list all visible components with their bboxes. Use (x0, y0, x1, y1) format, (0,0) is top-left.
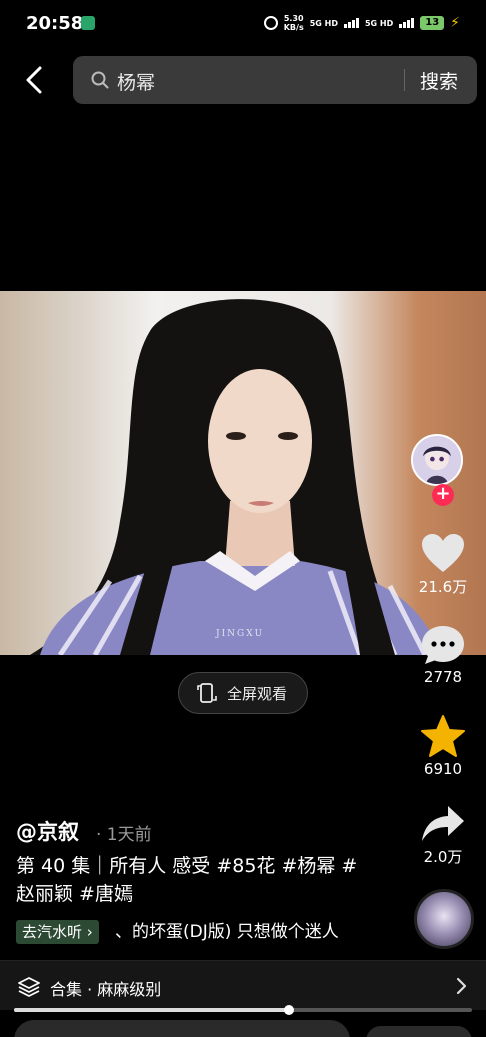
search-divider (404, 69, 405, 91)
charging-icon: ⚡ (450, 15, 460, 31)
network-speed-value: 5.30 (283, 14, 304, 23)
bottom-action-button[interactable] (366, 1026, 472, 1037)
signal-bars-2-icon (399, 18, 415, 28)
back-button[interactable] (20, 64, 52, 96)
share-arrow-icon (422, 806, 464, 841)
like-count: 21.6万 (418, 578, 468, 596)
collection-label: 合集 · 麻麻级别 (50, 980, 162, 999)
music-title[interactable]: 、的坏蛋(DJ版) 只想做个迷人 (115, 920, 339, 944)
app-notification-icon (81, 16, 95, 30)
favorite-button[interactable]: 6910 (410, 714, 476, 778)
video-watermark: JINGXU (216, 629, 265, 639)
back-arrow-icon (26, 66, 42, 94)
signal-bars-1-icon (343, 18, 359, 28)
music-disc-icon[interactable] (414, 889, 474, 949)
signal-label-1: 5G HD (309, 18, 338, 28)
chevron-right-icon (456, 977, 467, 995)
comment-input[interactable] (14, 1020, 350, 1037)
post-caption[interactable]: 第 40 集｜所有人 感受 #85花 #杨幂 # 赵丽颖 #唐嫣 (16, 852, 376, 908)
comment-button[interactable]: 2778 (410, 624, 476, 686)
search-bar[interactable]: 杨幂 搜索 (73, 56, 477, 104)
listen-in-qishui-button[interactable]: 去汽水听 › (16, 920, 99, 944)
alarm-icon (263, 16, 278, 30)
fullscreen-button[interactable]: 全屏观看 (178, 672, 308, 714)
signal-label-2: 5G HD (364, 18, 394, 28)
video-player[interactable]: JINGXU (0, 291, 486, 655)
author-avatar[interactable] (411, 434, 463, 486)
video-frame-image (30, 299, 440, 655)
caption-line-1: 第 40 集｜所有人 感受 #85花 #杨幂 # (16, 855, 358, 877)
share-button[interactable]: 2.0万 (410, 804, 476, 867)
progress-handle[interactable] (284, 1005, 294, 1015)
network-speed: 5.30 KB/s (284, 14, 304, 32)
star-icon (421, 715, 465, 757)
search-icon (91, 71, 109, 89)
rotate-screen-icon (197, 683, 217, 703)
share-count: 2.0万 (423, 848, 463, 866)
comment-bubble-icon (422, 626, 464, 664)
author-name[interactable]: @京叙 (16, 816, 79, 846)
status-time: 20:58 (26, 13, 84, 34)
post-time: · 1天前 (96, 825, 152, 845)
battery-level: 13 (420, 16, 445, 30)
favorite-count: 6910 (423, 760, 463, 778)
collection-bar[interactable]: 合集 · 麻麻级别 (0, 960, 486, 1010)
follow-button[interactable]: + (432, 484, 454, 506)
video-progress-bar[interactable] (14, 1005, 472, 1015)
status-bar: 20:58 5.30 KB/s 5G HD 5G HD 13 ⚡ (0, 0, 486, 48)
progress-fill (14, 1008, 289, 1012)
search-input[interactable]: 杨幂 (117, 68, 155, 95)
fullscreen-label: 全屏观看 (227, 684, 288, 703)
network-speed-unit: KB/s (283, 23, 304, 32)
avatar-image (413, 436, 461, 484)
status-indicators: 5.30 KB/s 5G HD 5G HD 13 ⚡ (263, 14, 460, 32)
search-button[interactable]: 搜索 (420, 67, 458, 94)
layers-icon (18, 977, 40, 997)
caption-line-2: 赵丽颖 #唐嫣 (16, 883, 133, 905)
like-button[interactable]: 21.6万 (410, 532, 476, 597)
heart-icon (422, 534, 464, 572)
comment-count: 2778 (423, 668, 463, 686)
